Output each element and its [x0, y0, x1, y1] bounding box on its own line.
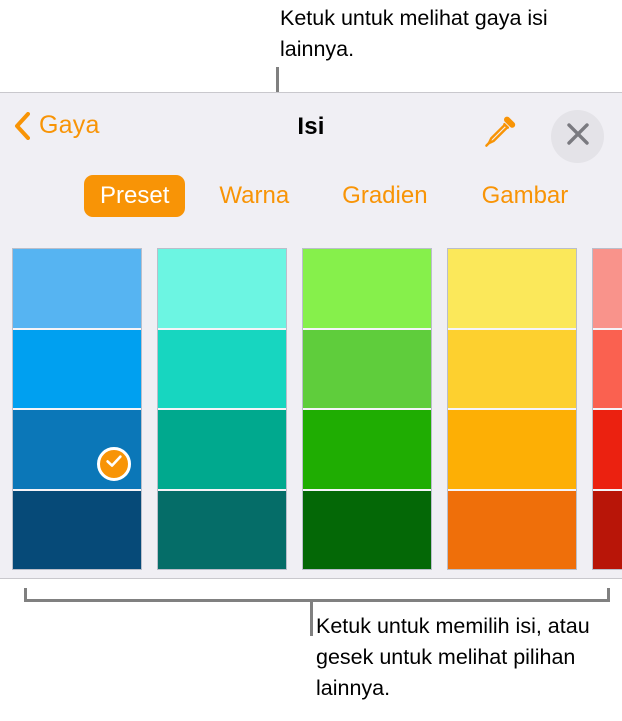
tab-warna[interactable]: Warna: [203, 175, 305, 217]
swatch-red-2[interactable]: [593, 329, 622, 410]
preset-swatch-grid[interactable]: [0, 248, 622, 570]
swatch-green-3[interactable]: [303, 410, 431, 491]
selected-check-badge: [97, 446, 131, 481]
swatch-green-1[interactable]: [303, 249, 431, 330]
page-title: Isi: [297, 113, 325, 140]
swatch-blue-2[interactable]: [13, 329, 141, 410]
swatch-blue-1[interactable]: [13, 249, 141, 330]
swatch-yellow-orange-3[interactable]: [448, 410, 576, 491]
swatch-teal-4[interactable]: [158, 490, 286, 569]
callout-top-text: Ketuk untuk melihat gaya isi lainnya.: [280, 6, 548, 61]
callout-bottom-leader-line: [310, 600, 313, 636]
callout-bottom-text: Ketuk untuk memilih isi, atau gesek untu…: [316, 614, 590, 700]
tab-gambar[interactable]: Gambar: [466, 175, 585, 217]
swatch-teal-3[interactable]: [158, 410, 286, 491]
fill-type-tabs: Preset Warna Gradien Gambar: [0, 175, 622, 217]
swatch-teal-1[interactable]: [158, 249, 286, 330]
close-button[interactable]: [551, 110, 604, 163]
checkmark-icon: [104, 451, 124, 476]
swatch-yellow-orange-4[interactable]: [448, 490, 576, 569]
close-icon: [565, 121, 591, 152]
tab-gradien[interactable]: Gradien: [326, 175, 443, 217]
swatch-green-2[interactable]: [303, 329, 431, 410]
swatch-column-teal: [157, 248, 287, 570]
swatch-yellow-orange-1[interactable]: [448, 249, 576, 330]
eyedropper-icon: [481, 116, 517, 155]
swatch-red-4[interactable]: [593, 490, 622, 569]
swatch-blue-3[interactable]: [13, 410, 141, 491]
swatch-yellow-orange-2[interactable]: [448, 329, 576, 410]
swatch-teal-2[interactable]: [158, 329, 286, 410]
swatch-column-green: [302, 248, 432, 570]
popover-header: Gaya Isi: [0, 93, 622, 181]
swatch-green-4[interactable]: [303, 490, 431, 569]
swatch-blue-4[interactable]: [13, 490, 141, 569]
swatch-column-yellow-orange: [447, 248, 577, 570]
swatch-red-3[interactable]: [593, 410, 622, 491]
tab-preset[interactable]: Preset: [84, 175, 186, 217]
callout-bottom-bracket: [24, 588, 610, 602]
eyedropper-button[interactable]: [481, 115, 517, 151]
fill-options-popover: Gaya Isi Preset Warna Gradien Gambar: [0, 92, 622, 579]
swatch-red-1[interactable]: [593, 249, 622, 330]
swatch-column-red: [592, 248, 622, 570]
swatch-column-blue: [12, 248, 142, 570]
